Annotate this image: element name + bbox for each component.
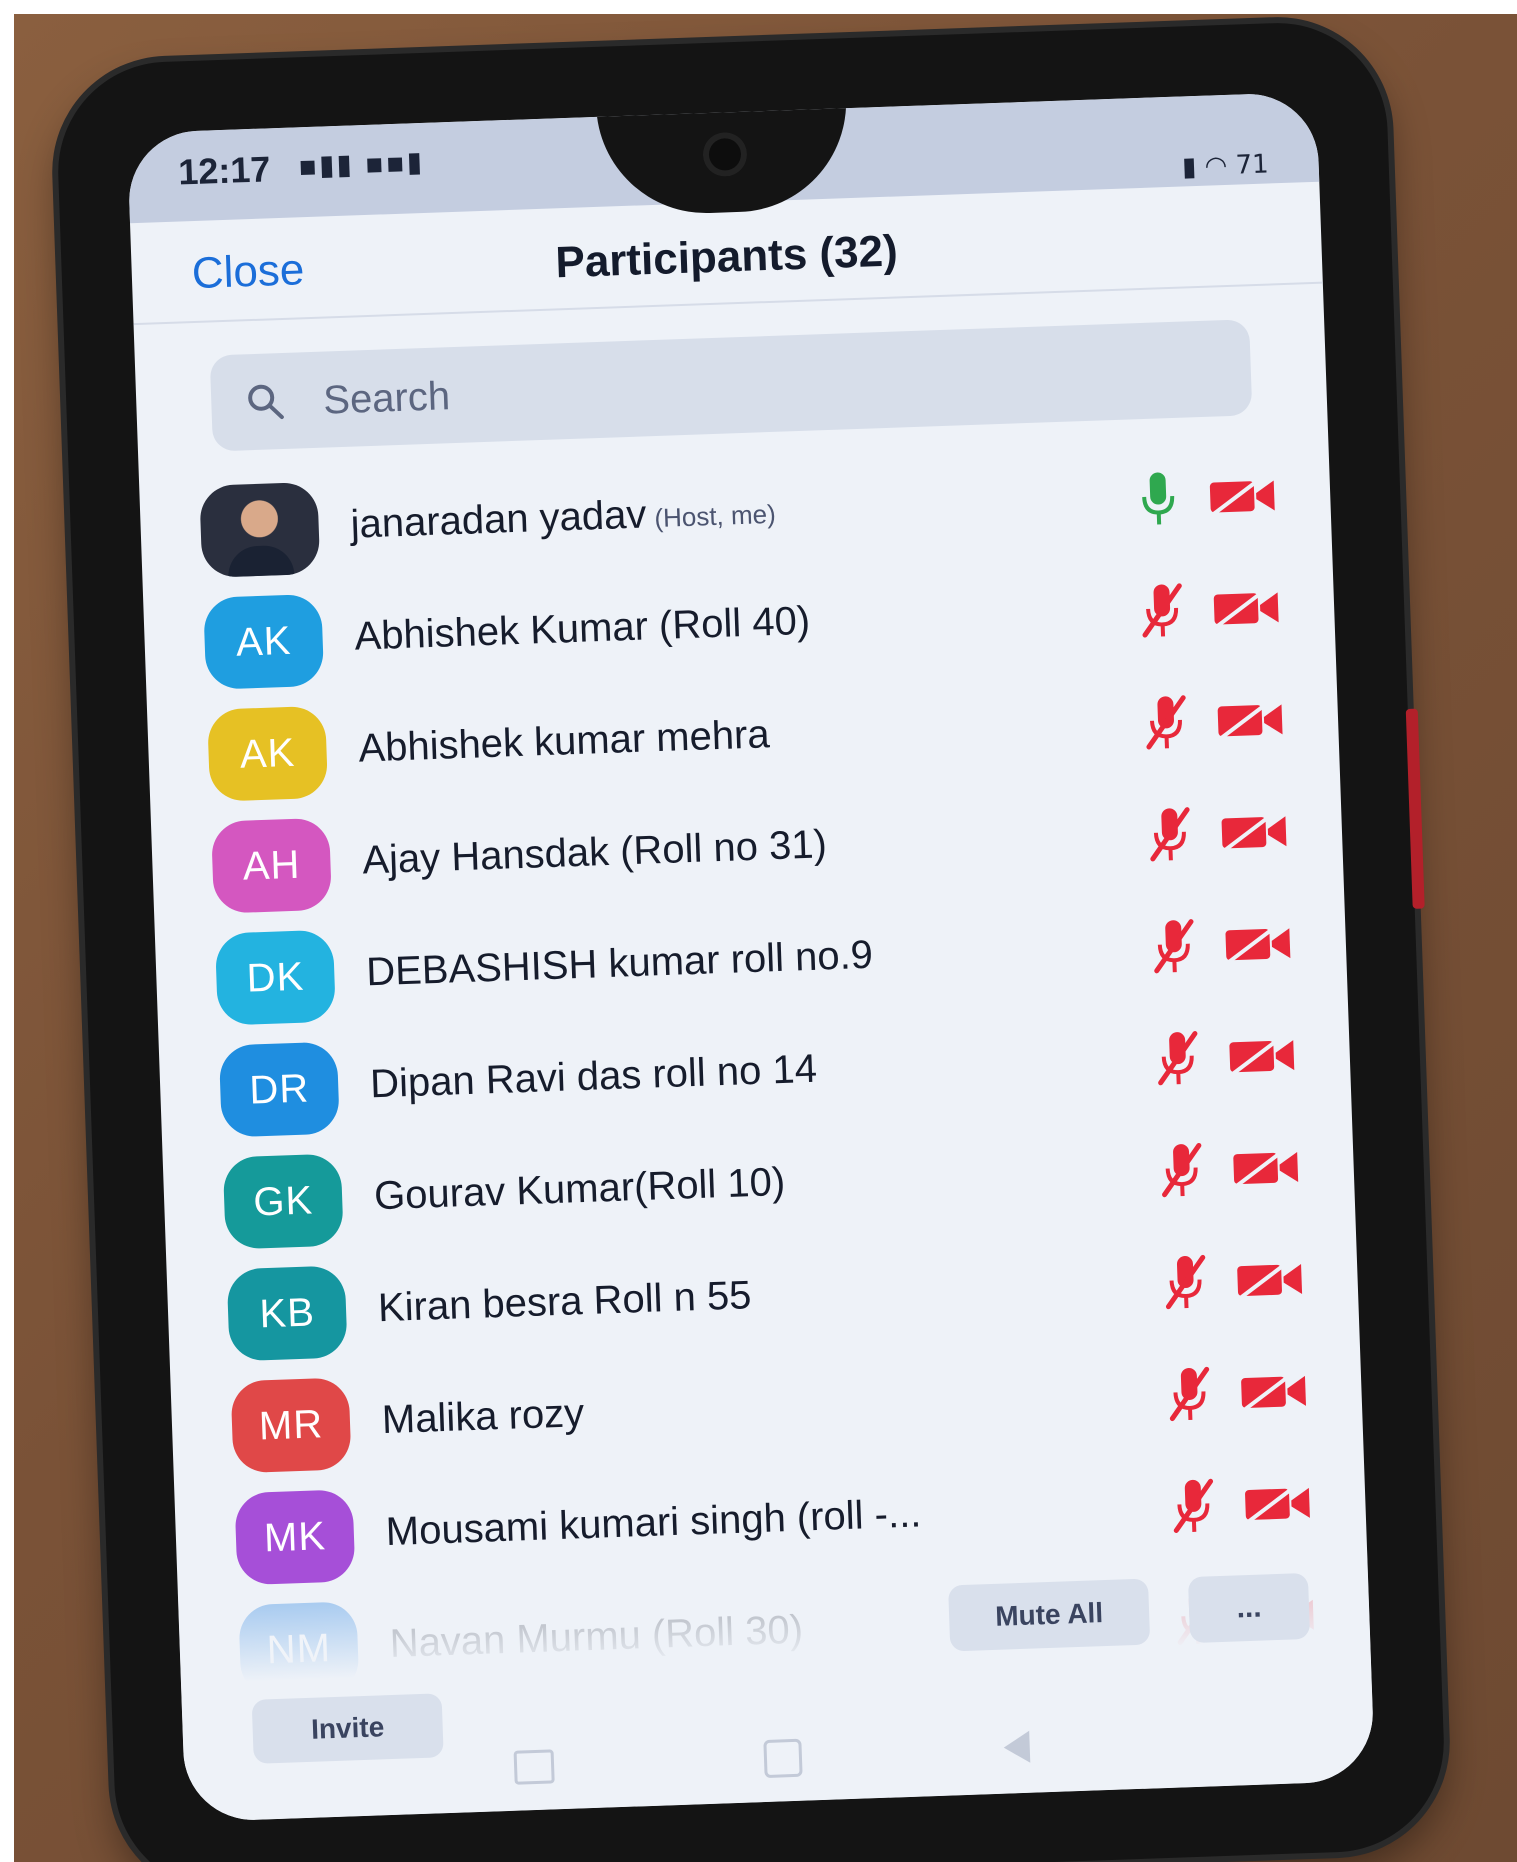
participant-name-text: Abhishek Kumar (Roll 40) — [353, 598, 811, 659]
recent-apps-icon[interactable] — [513, 1749, 555, 1785]
video-off-icon[interactable] — [1243, 1480, 1314, 1526]
participant-name-text: Mousami kumari singh (roll -... — [385, 1491, 922, 1555]
page-title: Participants (32) — [554, 226, 899, 288]
front-camera-icon — [702, 131, 748, 178]
participant-name-text: DEBASHISH kumar roll no.9 — [365, 932, 874, 995]
search-icon — [248, 384, 284, 420]
mic-muted-icon[interactable] — [1155, 1027, 1201, 1088]
home-icon[interactable] — [763, 1738, 803, 1779]
status-time: 12:17 — [177, 148, 271, 193]
avatar — [199, 481, 321, 578]
participant-role-tag: (Host, me) — [653, 498, 777, 534]
footer-bar: Mute All ... Invite — [177, 1550, 1376, 1823]
mic-muted-icon[interactable] — [1170, 1475, 1216, 1536]
avatar: GK — [222, 1153, 344, 1250]
avatar: DK — [214, 929, 336, 1026]
avatar: MR — [230, 1377, 352, 1474]
mic-on-icon[interactable] — [1135, 468, 1181, 529]
phone-side-button — [1405, 708, 1425, 909]
video-off-icon[interactable] — [1239, 1368, 1310, 1414]
participant-name-text: Dipan Ravi das roll no 14 — [369, 1046, 818, 1107]
mute-all-button[interactable]: Mute All — [948, 1578, 1151, 1652]
video-off-icon[interactable] — [1215, 696, 1286, 742]
participant-name: Ajay Hansdak (Roll no 31) — [362, 822, 828, 883]
avatar: AK — [203, 593, 325, 690]
video-off-icon[interactable] — [1211, 584, 1282, 630]
participant-name: Malika rozy — [381, 1391, 585, 1443]
avatar: MK — [234, 1489, 356, 1586]
participant-name-text: Gourav Kumar(Roll 10) — [373, 1159, 786, 1219]
participant-name-text: Malika rozy — [381, 1391, 585, 1443]
search-bar[interactable] — [209, 319, 1253, 452]
participant-name: Gourav Kumar(Roll 10) — [373, 1160, 786, 1219]
avatar: AH — [210, 817, 333, 914]
signal-icons: ▪▮▮ ▪▪▮ — [297, 144, 425, 183]
mic-muted-icon[interactable] — [1151, 915, 1197, 976]
participant-name: DEBASHISH kumar roll no.9 — [366, 933, 874, 996]
mic-muted-icon[interactable] — [1143, 692, 1189, 753]
participant-name: Dipan Ravi das roll no 14 — [369, 1047, 817, 1108]
mic-muted-icon[interactable] — [1163, 1251, 1209, 1312]
video-off-icon[interactable] — [1207, 472, 1278, 518]
participant-name: Kiran besra Roll n 55 — [377, 1273, 752, 1331]
video-off-icon[interactable] — [1223, 920, 1294, 966]
participant-name-text: Ajay Hansdak (Roll no 31) — [361, 822, 828, 883]
mic-muted-icon[interactable] — [1159, 1139, 1205, 1200]
participant-list: janaradan yadav (Host, me) AK Abhishek Kuma… — [139, 437, 1371, 1710]
mic-muted-icon[interactable] — [1166, 1363, 1212, 1424]
back-icon[interactable] — [1003, 1730, 1031, 1764]
phone-screen: 12:17 ▪▮▮ ▪▪▮ ▮ ◠ 71 Close Participants … — [126, 91, 1376, 1823]
video-off-icon[interactable] — [1235, 1256, 1306, 1302]
photo-background: 12:17 ▪▮▮ ▪▪▮ ▮ ◠ 71 Close Participants … — [14, 14, 1517, 1862]
participant-name-text: Abhishek kumar mehra — [357, 712, 771, 771]
video-off-icon[interactable] — [1227, 1032, 1298, 1078]
avatar: KB — [226, 1265, 348, 1362]
mic-muted-icon[interactable] — [1147, 804, 1193, 865]
battery-icons: ▮ ◠ 71 — [1181, 149, 1270, 183]
search-input[interactable] — [320, 342, 1206, 428]
video-off-icon[interactable] — [1219, 808, 1290, 854]
participant-name: Abhishek Kumar (Roll 40) — [354, 599, 811, 660]
avatar: AK — [207, 705, 329, 802]
participant-name: Abhishek kumar mehra — [358, 712, 771, 771]
video-off-icon[interactable] — [1231, 1144, 1302, 1190]
participant-name: janaradan yadav (Host, me) — [350, 488, 776, 548]
participant-name-text: janaradan yadav — [349, 492, 648, 547]
mic-muted-icon[interactable] — [1139, 580, 1185, 641]
participant-name: Mousami kumari singh (roll -... — [385, 1491, 922, 1555]
phone-body: 12:17 ▪▮▮ ▪▪▮ ▮ ◠ 71 Close Participants … — [54, 19, 1448, 1862]
participant-name-text: Kiran besra Roll n 55 — [377, 1273, 753, 1331]
more-button[interactable]: ... — [1187, 1572, 1311, 1644]
avatar: DR — [218, 1041, 340, 1138]
